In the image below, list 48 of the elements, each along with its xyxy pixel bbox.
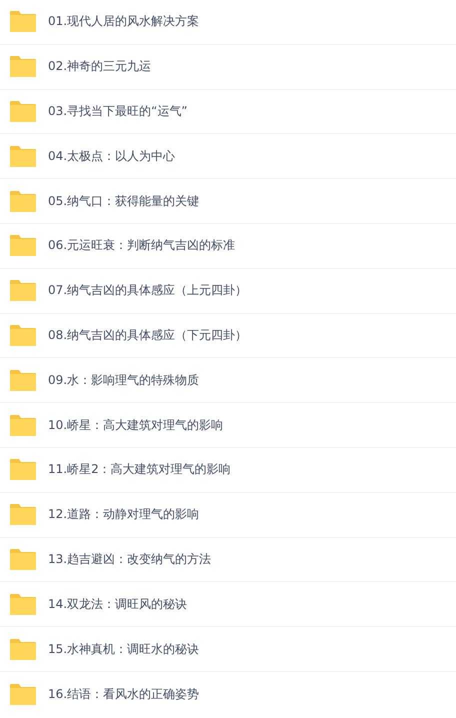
- folder-name: 10.峤星：高大建筑对理气的影响: [48, 416, 224, 434]
- folder-name: 06.元运旺衰：判断纳气吉凶的标准: [48, 237, 236, 254]
- folder-icon: [10, 638, 36, 660]
- folder-row[interactable]: 01.现代人居的风水解决方案: [0, 0, 456, 45]
- folder-row[interactable]: 03.寻找当下最旺的“运气”: [0, 90, 456, 134]
- folder-row[interactable]: 12.道路：动静对理气的影响: [0, 492, 456, 538]
- folder-icon: [10, 548, 36, 570]
- folder-icon: [10, 594, 36, 615]
- folder-icon: [10, 11, 36, 32]
- folder-name: 05.纳气口：获得能量的关键: [48, 192, 200, 210]
- folder-icon: [10, 280, 36, 302]
- folder-name: 16.结语：看风水的正确姿势: [48, 686, 200, 703]
- folder-row[interactable]: 16.结语：看风水的正确姿势: [0, 672, 456, 717]
- folder-name: 04.太极点：以人为中心: [48, 148, 176, 165]
- folder-icon: [10, 146, 36, 167]
- folder-name: 01.现代人居的风水解决方案: [48, 13, 200, 30]
- folder-row[interactable]: 09.水：影响理气的特殊物质: [0, 358, 456, 404]
- folder-name: 15.水神真机：调旺水的秘诀: [48, 640, 200, 658]
- folder-name: 03.寻找当下最旺的“运气”: [48, 102, 188, 120]
- folder-name: 14.双龙法：调旺风的秘诀: [48, 596, 188, 613]
- folder-icon: [10, 370, 36, 391]
- folder-name: 11.峤星2：高大建筑对理气的影响: [48, 461, 231, 478]
- folder-name: 09.水：影响理气的特殊物质: [48, 372, 200, 389]
- folder-row[interactable]: 08.纳气吉凶的具体感应（下元四卦）: [0, 314, 456, 358]
- folder-name: 07.纳气吉凶的具体感应（上元四卦）: [48, 282, 248, 300]
- folder-row[interactable]: 04.太极点：以人为中心: [0, 134, 456, 180]
- folder-row[interactable]: 10.峤星：高大建筑对理气的影响: [0, 403, 456, 448]
- folder-icon: [10, 414, 36, 436]
- folder-icon: [10, 504, 36, 526]
- folder-icon: [10, 100, 36, 122]
- folder-icon: [10, 459, 36, 480]
- folder-name: 13.趋吉避凶：改变纳气的方法: [48, 550, 212, 568]
- folder-name: 12.道路：动静对理气的影响: [48, 506, 200, 524]
- folder-icon: [10, 56, 36, 78]
- folder-row[interactable]: 11.峤星2：高大建筑对理气的影响: [0, 448, 456, 493]
- folder-row[interactable]: 07.纳气吉凶的具体感应（上元四卦）: [0, 268, 456, 314]
- folder-row[interactable]: 14.双龙法：调旺风的秘诀: [0, 582, 456, 628]
- folder-icon: [10, 235, 36, 256]
- folder-icon: [10, 684, 36, 705]
- folder-icon: [10, 190, 36, 212]
- folder-row[interactable]: 06.元运旺衰：判断纳气吉凶的标准: [0, 224, 456, 269]
- folder-row[interactable]: 05.纳气口：获得能量的关键: [0, 179, 456, 224]
- folder-name: 08.纳气吉凶的具体感应（下元四卦）: [48, 326, 248, 344]
- folder-icon: [10, 324, 36, 346]
- folder-row[interactable]: 13.趋吉避凶：改变纳气的方法: [0, 538, 456, 582]
- folder-row[interactable]: 15.水神真机：调旺水的秘诀: [0, 627, 456, 672]
- folder-name: 02.神奇的三元九运: [48, 58, 152, 76]
- folder-row[interactable]: 02.神奇的三元九运: [0, 44, 456, 90]
